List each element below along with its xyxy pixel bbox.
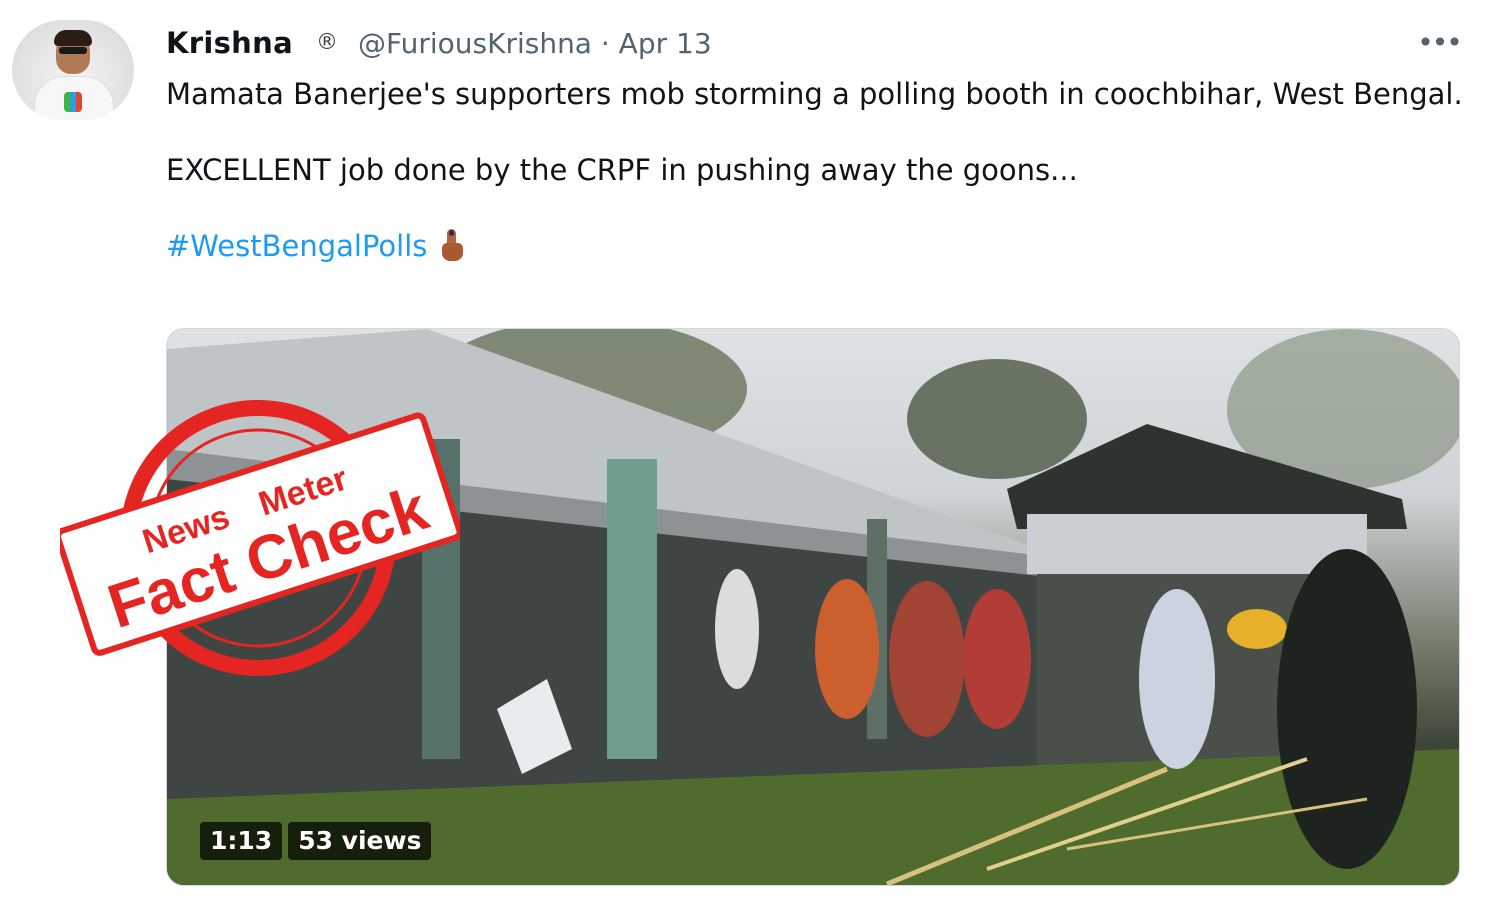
hashtag-line: #WestBengalPolls [166,226,1466,266]
tweet-text-line1: Mamata Banerjee's supporters mob stormin… [166,77,1463,111]
avatar-shirt-logo [64,92,82,112]
author-handle-and-date[interactable]: @FuriousKrishna · Apr 13 [358,27,712,60]
avatar-sunglasses [59,47,87,54]
author-name[interactable]: Krishna [166,26,293,60]
video-views: 53 views [288,822,432,860]
avatar-hair [54,30,92,46]
video-duration: 1:13 [200,822,283,860]
tweet-text: Mamata Banerjee's supporters mob stormin… [166,74,1466,266]
factcheck-stamp: News Meter Fact Check [60,400,460,676]
inked-finger-emoji-icon [441,229,464,263]
video-badges: 1:13 53 views [200,822,432,860]
registered-mark: ® [316,30,338,55]
avatar[interactable] [12,20,134,120]
tweet-text-line2: EXCELLENT job done by the CRPF in pushin… [166,153,1078,187]
more-horizontal-icon[interactable]: ••• [1417,24,1463,60]
hashtag-link[interactable]: #WestBengalPolls [166,226,427,266]
